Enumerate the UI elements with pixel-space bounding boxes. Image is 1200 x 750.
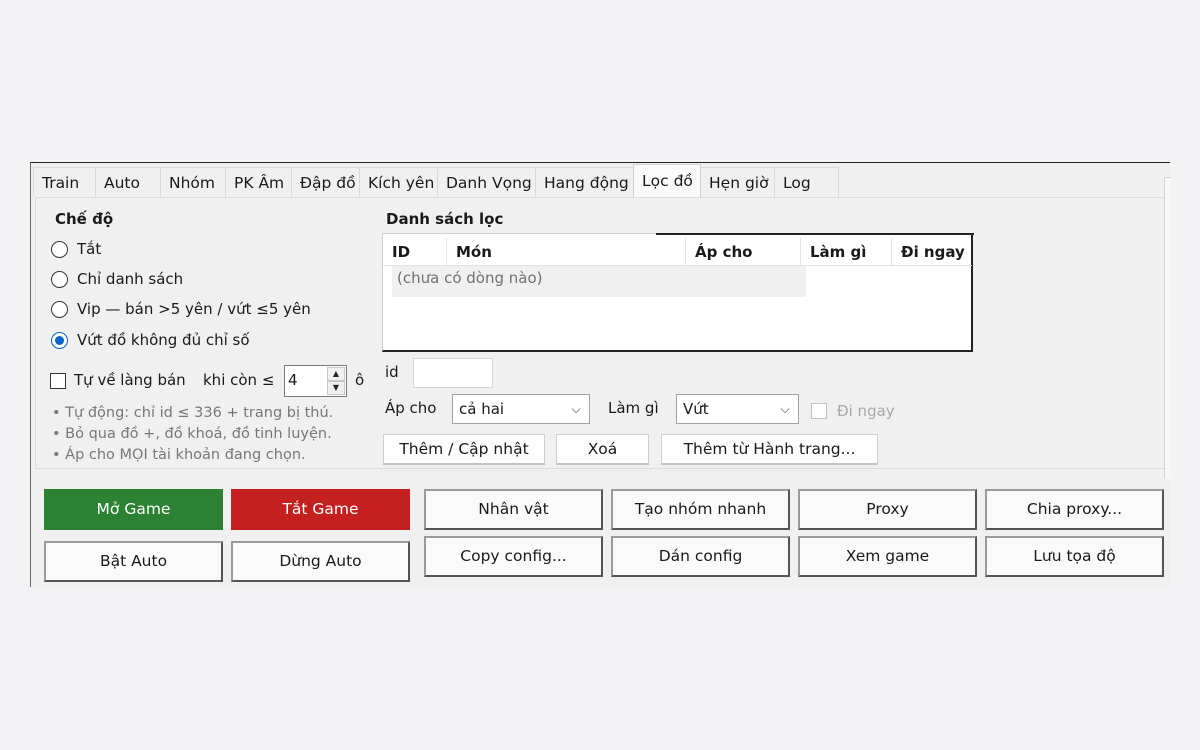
spin-up-icon[interactable]: ▲	[327, 367, 345, 381]
listview-empty-row: (chưa có dòng nào)	[392, 266, 806, 297]
column-action[interactable]: Làm gì	[801, 238, 892, 266]
slot-unit-label: ô	[355, 371, 365, 389]
mode-vip-radio[interactable]	[51, 301, 68, 318]
add-update-button[interactable]: Thêm / Cập nhật	[383, 434, 545, 465]
save-coords-button[interactable]: Lưu tọa độ	[985, 536, 1164, 577]
slot-count-value[interactable]: 4	[288, 371, 298, 389]
chevron-down-icon[interactable]: ⌵	[568, 399, 584, 419]
tab-hen-gio[interactable]: Hẹn giờ	[700, 167, 775, 197]
mode-list-only-label: Chỉ danh sách	[77, 270, 184, 288]
tab-train[interactable]: Train	[33, 167, 96, 197]
mode-off-radio[interactable]	[51, 241, 68, 258]
tab-dap-do[interactable]: Đập đồ	[291, 167, 360, 197]
apply-for-label: Áp cho	[385, 399, 437, 417]
note-line-3: • Áp cho MỌI tài khoản đang chọn.	[52, 447, 306, 463]
chevron-down-icon[interactable]: ⌵	[777, 399, 793, 419]
open-game-button[interactable]: Mở Game	[44, 489, 223, 530]
mode-discard-label: Vứt đồ không đủ chỉ số	[77, 331, 250, 349]
mode-off-label: Tắt	[77, 240, 102, 258]
stop-auto-button[interactable]: Dừng Auto	[231, 541, 410, 582]
auto-return-label: Tự về làng bán	[74, 371, 186, 389]
copy-config-button[interactable]: Copy config...	[424, 536, 603, 577]
auto-return-when-label: khi còn ≤	[203, 371, 275, 389]
tab-auto[interactable]: Auto	[95, 167, 161, 197]
view-game-button[interactable]: Xem game	[798, 536, 977, 577]
apply-for-value: cả hai	[459, 400, 505, 418]
action-select[interactable]: Vứt ⌵	[676, 394, 799, 424]
go-now-checkbox[interactable]	[811, 403, 827, 419]
filter-list-title: Danh sách lọc	[386, 210, 504, 228]
apply-for-select[interactable]: cả hai ⌵	[452, 394, 590, 424]
mode-title: Chế độ	[55, 210, 114, 228]
scrollbar-edge	[1164, 177, 1171, 479]
tab-log[interactable]: Log	[774, 167, 839, 197]
filter-listview[interactable]: ID Món Áp cho Làm gì Đi ngay (chưa có dò…	[382, 233, 974, 352]
column-item[interactable]: Món	[447, 238, 686, 266]
quick-group-button[interactable]: Tạo nhóm nhanh	[611, 489, 790, 530]
tab-nhom[interactable]: Nhóm	[160, 167, 226, 197]
listview-header: ID Món Áp cho Làm gì Đi ngay	[383, 238, 972, 266]
id-label: id	[385, 363, 399, 381]
id-input[interactable]	[413, 358, 493, 388]
proxy-button[interactable]: Proxy	[798, 489, 977, 530]
paste-config-button[interactable]: Dán config	[611, 536, 790, 577]
column-go-now[interactable]: Đi ngay	[892, 238, 972, 266]
close-game-button[interactable]: Tắt Game	[231, 489, 410, 530]
add-from-bag-button[interactable]: Thêm từ Hành trang...	[661, 434, 878, 465]
note-line-1: • Tự động: chỉ id ≤ 336 + trang bị thú.	[52, 405, 334, 421]
action-value: Vứt	[683, 400, 709, 418]
auto-return-checkbox[interactable]	[50, 373, 66, 389]
slot-count-spinner[interactable]: 4 ▲ ▼	[284, 365, 347, 397]
mode-list-only-radio[interactable]	[51, 271, 68, 288]
listview-border	[656, 233, 974, 235]
mode-discard-radio[interactable]	[51, 332, 68, 349]
spinner-buttons[interactable]: ▲ ▼	[327, 367, 345, 395]
split-proxy-button[interactable]: Chia proxy...	[985, 489, 1164, 530]
character-button[interactable]: Nhân vật	[424, 489, 603, 530]
tab-kich-yen[interactable]: Kích yên	[359, 167, 438, 197]
tab-hang-dong[interactable]: Hang động	[535, 167, 634, 197]
start-auto-button[interactable]: Bật Auto	[44, 541, 223, 582]
column-id[interactable]: ID	[383, 238, 447, 266]
spin-down-icon[interactable]: ▼	[327, 381, 345, 395]
mode-vip-label: Vip — bán >5 yên / vứt ≤5 yên	[77, 300, 311, 318]
tab-pk-am[interactable]: PK Âm	[225, 167, 292, 197]
delete-button[interactable]: Xoá	[556, 434, 649, 465]
column-apply-for[interactable]: Áp cho	[686, 238, 801, 266]
go-now-label: Đi ngay	[837, 402, 895, 420]
tab-loc-do[interactable]: Lọc đồ	[633, 164, 701, 197]
note-line-2: • Bỏ qua đồ +, đồ khoá, đồ tinh luyện.	[52, 426, 332, 442]
tab-bar: Train Auto Nhóm PK Âm Đập đồ Kích yên Da…	[33, 164, 839, 197]
action-label: Làm gì	[608, 399, 659, 417]
tab-danh-vong[interactable]: Danh Vọng	[437, 167, 536, 197]
